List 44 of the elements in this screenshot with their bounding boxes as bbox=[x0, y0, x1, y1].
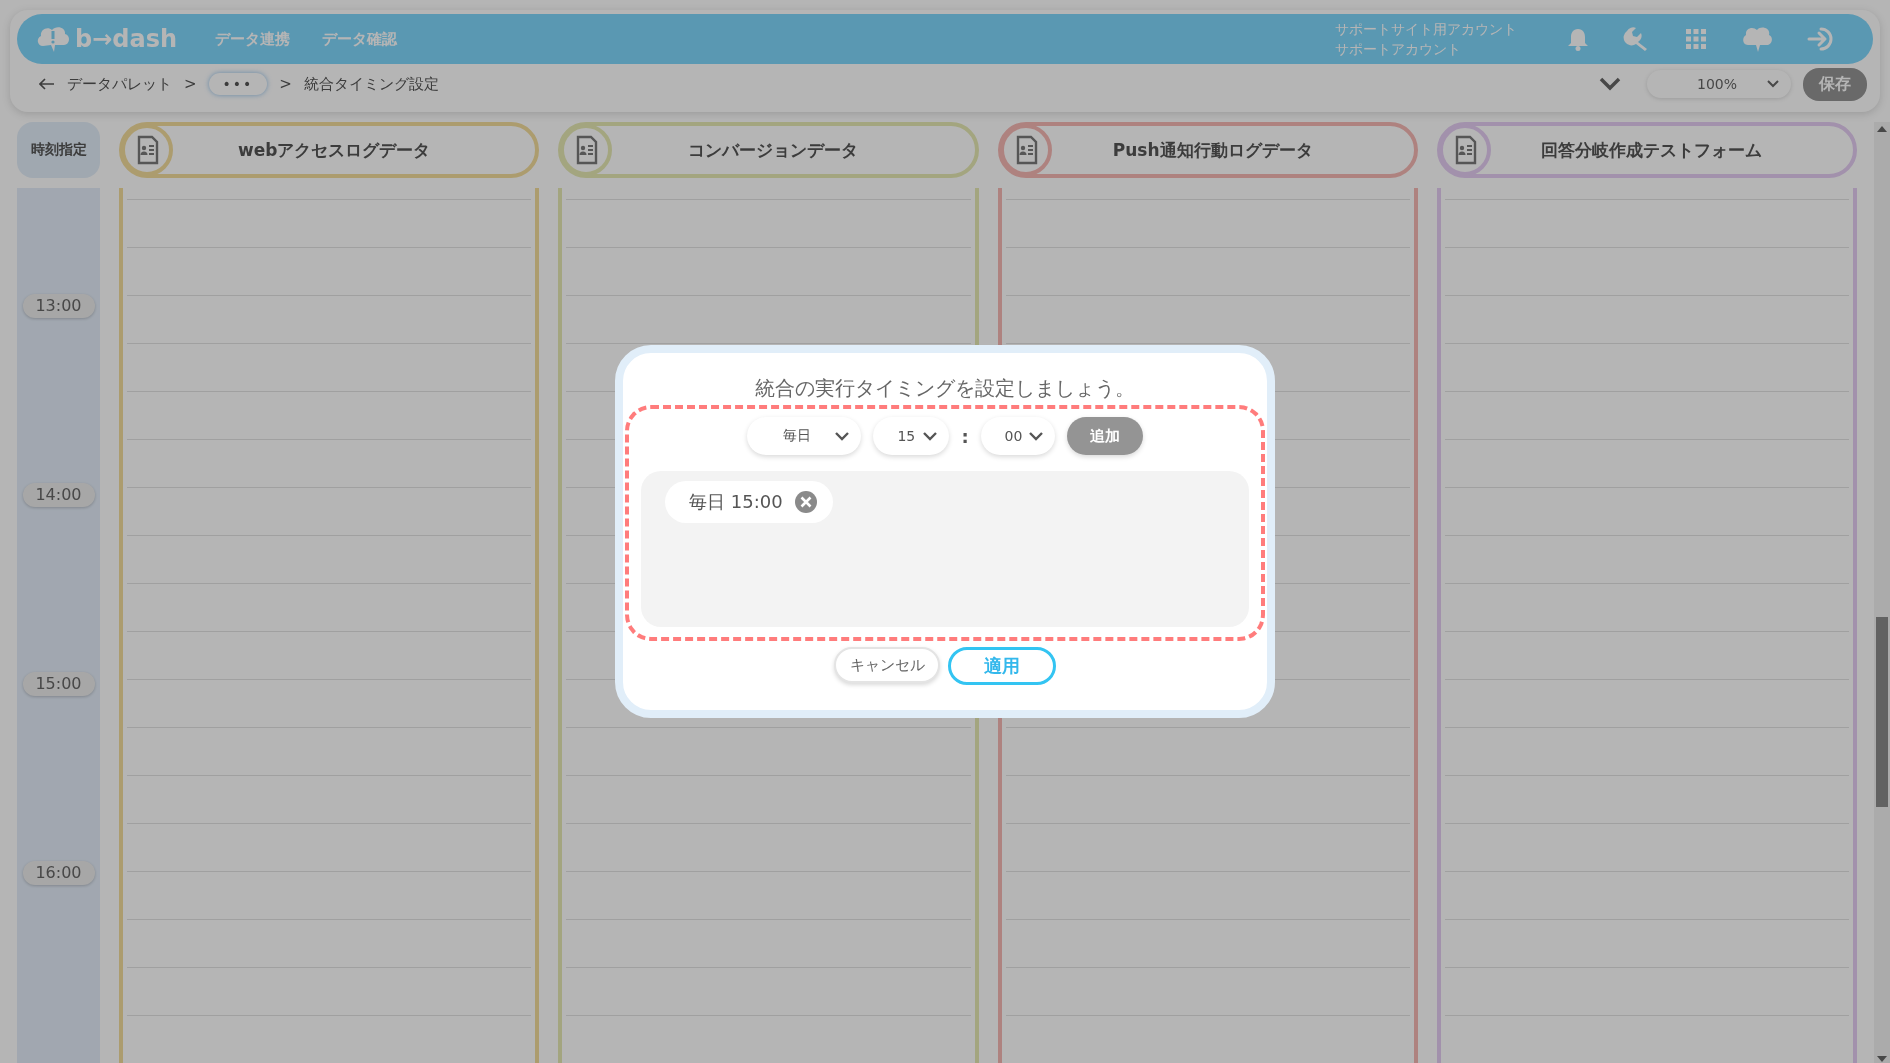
chevron-down-icon[interactable] bbox=[1028, 431, 1043, 441]
cloud-logo-icon bbox=[35, 24, 71, 54]
source-header[interactable]: 回答分岐作成テストフォーム bbox=[1436, 122, 1857, 178]
cancel-button[interactable]: キャンセル bbox=[834, 647, 940, 683]
chevron-down-icon[interactable] bbox=[923, 431, 938, 441]
dialog-title: 統合の実行タイミングを設定しましょう。 bbox=[755, 375, 1135, 402]
source-name: コンバージョンデータ bbox=[687, 138, 860, 162]
source-header[interactable]: コンバージョンデータ bbox=[558, 122, 979, 178]
breadcrumb-separator: > bbox=[279, 75, 292, 93]
scroll-thumb[interactable] bbox=[1876, 617, 1888, 807]
document-list-icon bbox=[121, 124, 173, 176]
document-list-icon bbox=[999, 124, 1052, 176]
schedule-label: 毎日 15:00 bbox=[689, 490, 783, 514]
source-header[interactable]: webアクセスログデータ bbox=[119, 122, 540, 178]
breadcrumb-link[interactable]: データパレット bbox=[67, 74, 172, 94]
time-header: 時刻指定 bbox=[17, 122, 100, 178]
hour-select[interactable]: 15 bbox=[873, 417, 950, 455]
chevron-down-icon[interactable] bbox=[1598, 77, 1621, 91]
time-label: 15:00 bbox=[22, 672, 95, 696]
scroll-up-icon[interactable] bbox=[1877, 126, 1887, 132]
chevron-down-icon[interactable] bbox=[835, 431, 850, 441]
breadcrumb-separator: > bbox=[184, 75, 197, 93]
zoom-select[interactable]: 100% bbox=[1646, 70, 1791, 98]
breadcrumb-current: 統合タイミング設定 bbox=[303, 74, 439, 94]
document-list-icon bbox=[560, 124, 613, 176]
document-list-icon bbox=[1438, 124, 1491, 176]
minute-select[interactable]: 00 bbox=[980, 417, 1055, 455]
source-name: webアクセスログデータ bbox=[236, 138, 432, 162]
more-button[interactable]: ••• bbox=[208, 73, 268, 95]
source-name: 回答分岐作成テストフォーム bbox=[1540, 138, 1764, 162]
source-name: Push通知行動ログデータ bbox=[1111, 138, 1314, 162]
time-label: 16:00 bbox=[22, 861, 95, 885]
time-separator: : bbox=[961, 425, 969, 447]
account-site: サポートサイト用アカウント bbox=[1335, 20, 1517, 39]
chevron-down-icon[interactable] bbox=[1767, 80, 1779, 88]
time-label: 13:00 bbox=[22, 294, 95, 318]
back-arrow-icon[interactable] bbox=[39, 78, 55, 90]
source-header[interactable]: Push通知行動ログデータ bbox=[997, 122, 1418, 178]
remove-icon[interactable] bbox=[794, 491, 817, 513]
scrollbar[interactable] bbox=[1874, 122, 1890, 1063]
time-label: 14:00 bbox=[22, 483, 95, 507]
frequency-select[interactable]: 毎日 bbox=[747, 417, 862, 455]
account-name: サポートアカウント bbox=[1335, 40, 1462, 59]
scroll-down-icon[interactable] bbox=[1877, 1056, 1887, 1062]
